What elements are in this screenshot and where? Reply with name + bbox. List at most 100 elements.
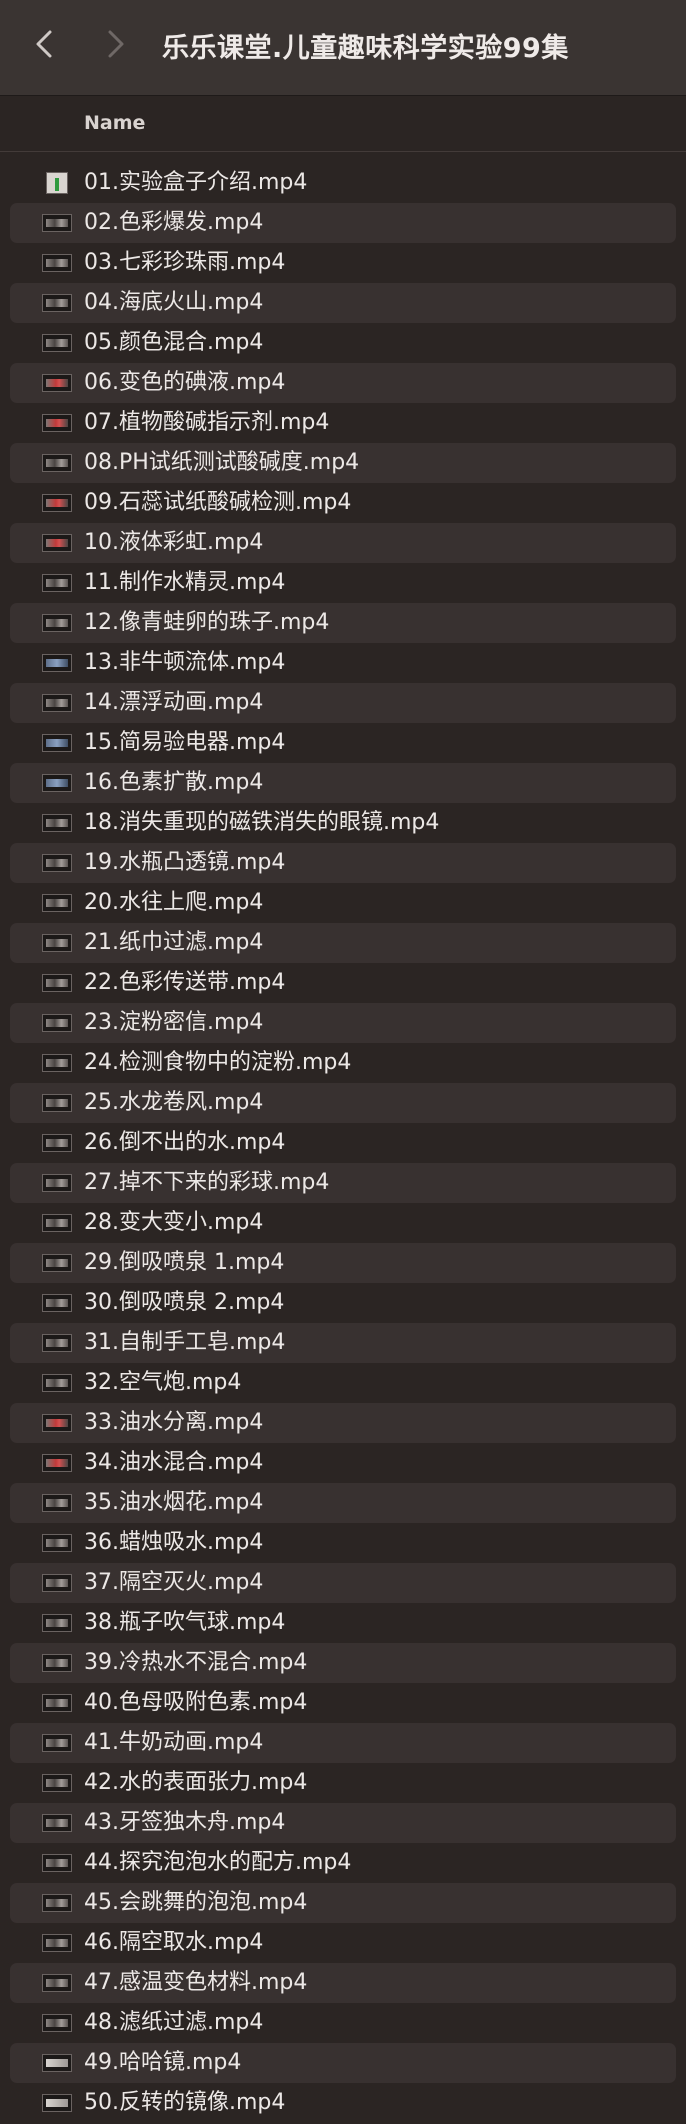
file-row[interactable]: 43.牙签独木舟.mp4 — [0, 1803, 686, 1843]
file-row[interactable]: 39.冷热水不混合.mp4 — [0, 1643, 686, 1683]
file-row[interactable]: 09.石蕊试纸酸碱检测.mp4 — [0, 483, 686, 523]
file-row[interactable]: 45.会跳舞的泡泡.mp4 — [0, 1883, 686, 1923]
file-name: 06.变色的碘液.mp4 — [84, 370, 286, 395]
file-row[interactable]: 03.七彩珍珠雨.mp4 — [0, 243, 686, 283]
file-row[interactable]: 47.感温变色材料.mp4 — [0, 1963, 686, 2003]
video-thumbnail-icon — [42, 1814, 72, 1832]
file-name: 13.非牛顿流体.mp4 — [84, 650, 286, 675]
file-row[interactable]: 05.颜色混合.mp4 — [0, 323, 686, 363]
file-name: 02.色彩爆发.mp4 — [84, 210, 264, 235]
video-thumbnail-icon — [42, 1254, 72, 1272]
video-thumbnail-icon — [42, 694, 72, 712]
file-name: 42.水的表面张力.mp4 — [84, 1770, 308, 1795]
file-row[interactable]: 36.蜡烛吸水.mp4 — [0, 1523, 686, 1563]
file-name: 47.感温变色材料.mp4 — [84, 1970, 308, 1995]
file-row[interactable]: 46.隔空取水.mp4 — [0, 1923, 686, 1963]
file-row[interactable]: 24.检测食物中的淀粉.mp4 — [0, 1043, 686, 1083]
file-name: 31.自制手工皂.mp4 — [84, 1330, 286, 1355]
file-row[interactable]: 13.非牛顿流体.mp4 — [0, 643, 686, 683]
video-thumbnail-icon — [42, 1094, 72, 1112]
file-row[interactable]: 40.色母吸附色素.mp4 — [0, 1683, 686, 1723]
file-row[interactable]: 30.倒吸喷泉 2.mp4 — [0, 1283, 686, 1323]
file-name: 44.探究泡泡水的配方.mp4 — [84, 1850, 352, 1875]
file-row[interactable]: 44.探究泡泡水的配方.mp4 — [0, 1843, 686, 1883]
file-name: 43.牙签独木舟.mp4 — [84, 1810, 286, 1835]
finder-toolbar: 乐乐课堂.儿童趣味科学实验99集 — [0, 0, 686, 96]
file-row[interactable]: 08.PH试纸测试酸碱度.mp4 — [0, 443, 686, 483]
video-thumbnail-icon — [42, 534, 72, 552]
chevron-left-icon[interactable] — [24, 24, 64, 64]
file-row[interactable]: 23.淀粉密信.mp4 — [0, 1003, 686, 1043]
file-row[interactable]: 49.哈哈镜.mp4 — [0, 2043, 686, 2083]
file-row[interactable]: 32.空气炮.mp4 — [0, 1363, 686, 1403]
file-name: 09.石蕊试纸酸碱检测.mp4 — [84, 490, 352, 515]
video-thumbnail-icon — [42, 1774, 72, 1792]
chevron-right-icon[interactable] — [96, 24, 136, 64]
video-thumbnail-icon — [42, 1214, 72, 1232]
video-thumbnail-icon — [42, 894, 72, 912]
file-name: 12.像青蛙卵的珠子.mp4 — [84, 610, 330, 635]
file-row[interactable]: 42.水的表面张力.mp4 — [0, 1763, 686, 1803]
file-row[interactable]: 15.简易验电器.mp4 — [0, 723, 686, 763]
video-thumbnail-icon — [42, 1854, 72, 1872]
file-row[interactable]: 16.色素扩散.mp4 — [0, 763, 686, 803]
file-name: 05.颜色混合.mp4 — [84, 330, 264, 355]
video-thumbnail-icon — [42, 1654, 72, 1672]
file-name: 16.色素扩散.mp4 — [84, 770, 264, 795]
file-name: 32.空气炮.mp4 — [84, 1370, 242, 1395]
file-name: 20.水往上爬.mp4 — [84, 890, 264, 915]
file-name: 48.滤纸过滤.mp4 — [84, 2010, 264, 2035]
file-row[interactable]: 37.隔空灭火.mp4 — [0, 1563, 686, 1603]
file-row[interactable]: 35.油水烟花.mp4 — [0, 1483, 686, 1523]
file-name: 01.实验盒子介绍.mp4 — [84, 170, 308, 195]
file-name: 40.色母吸附色素.mp4 — [84, 1690, 308, 1715]
file-row[interactable]: 19.水瓶凸透镜.mp4 — [0, 843, 686, 883]
file-name: 37.隔空灭火.mp4 — [84, 1570, 264, 1595]
file-name: 45.会跳舞的泡泡.mp4 — [84, 1890, 308, 1915]
file-name: 41.牛奶动画.mp4 — [84, 1730, 264, 1755]
file-row[interactable]: 29.倒吸喷泉 1.mp4 — [0, 1243, 686, 1283]
file-row[interactable]: 12.像青蛙卵的珠子.mp4 — [0, 603, 686, 643]
video-thumbnail-icon — [42, 1454, 72, 1472]
file-row[interactable]: 10.液体彩虹.mp4 — [0, 523, 686, 563]
column-header-bar: Name — [0, 96, 686, 152]
file-row[interactable]: 18.消失重现的磁铁消失的眼镜.mp4 — [0, 803, 686, 843]
file-name: 30.倒吸喷泉 2.mp4 — [84, 1290, 285, 1315]
video-thumbnail-icon — [42, 734, 72, 752]
file-name: 10.液体彩虹.mp4 — [84, 530, 264, 555]
file-row[interactable]: 02.色彩爆发.mp4 — [0, 203, 686, 243]
video-thumbnail-icon — [42, 1574, 72, 1592]
file-name: 24.检测食物中的淀粉.mp4 — [84, 1050, 352, 1075]
video-thumbnail-icon — [42, 1614, 72, 1632]
file-row[interactable]: 14.漂浮动画.mp4 — [0, 683, 686, 723]
file-row[interactable]: 04.海底火山.mp4 — [0, 283, 686, 323]
file-row[interactable]: 38.瓶子吹气球.mp4 — [0, 1603, 686, 1643]
file-row[interactable]: 01.实验盒子介绍.mp4 — [0, 163, 686, 203]
file-row[interactable]: 48.滤纸过滤.mp4 — [0, 2003, 686, 2043]
video-thumbnail-icon — [42, 854, 72, 872]
file-row[interactable]: 07.植物酸碱指示剂.mp4 — [0, 403, 686, 443]
file-row[interactable]: 11.制作水精灵.mp4 — [0, 563, 686, 603]
file-row[interactable]: 31.自制手工皂.mp4 — [0, 1323, 686, 1363]
file-row[interactable]: 27.掉不下来的彩球.mp4 — [0, 1163, 686, 1203]
video-thumbnail-icon — [42, 1414, 72, 1432]
file-row[interactable]: 41.牛奶动画.mp4 — [0, 1723, 686, 1763]
file-row[interactable]: 34.油水混合.mp4 — [0, 1443, 686, 1483]
file-row[interactable]: 26.倒不出的水.mp4 — [0, 1123, 686, 1163]
video-thumbnail-icon — [42, 1294, 72, 1312]
file-row[interactable]: 22.色彩传送带.mp4 — [0, 963, 686, 1003]
window-title: 乐乐课堂.儿童趣味科学实验99集 — [162, 33, 569, 64]
file-row[interactable]: 06.变色的碘液.mp4 — [0, 363, 686, 403]
file-row[interactable]: 21.纸巾过滤.mp4 — [0, 923, 686, 963]
video-thumbnail-icon — [42, 1374, 72, 1392]
file-row[interactable]: 33.油水分离.mp4 — [0, 1403, 686, 1443]
file-row[interactable]: 25.水龙卷风.mp4 — [0, 1083, 686, 1123]
file-row[interactable]: 50.反转的镜像.mp4 — [0, 2083, 686, 2123]
file-row[interactable]: 20.水往上爬.mp4 — [0, 883, 686, 923]
video-thumbnail-icon — [42, 2054, 72, 2072]
video-thumbnail-icon — [42, 1134, 72, 1152]
file-name: 27.掉不下来的彩球.mp4 — [84, 1170, 330, 1195]
file-row[interactable]: 28.变大变小.mp4 — [0, 1203, 686, 1243]
name-column-header[interactable]: Name — [84, 112, 145, 134]
file-name: 08.PH试纸测试酸碱度.mp4 — [84, 450, 360, 475]
